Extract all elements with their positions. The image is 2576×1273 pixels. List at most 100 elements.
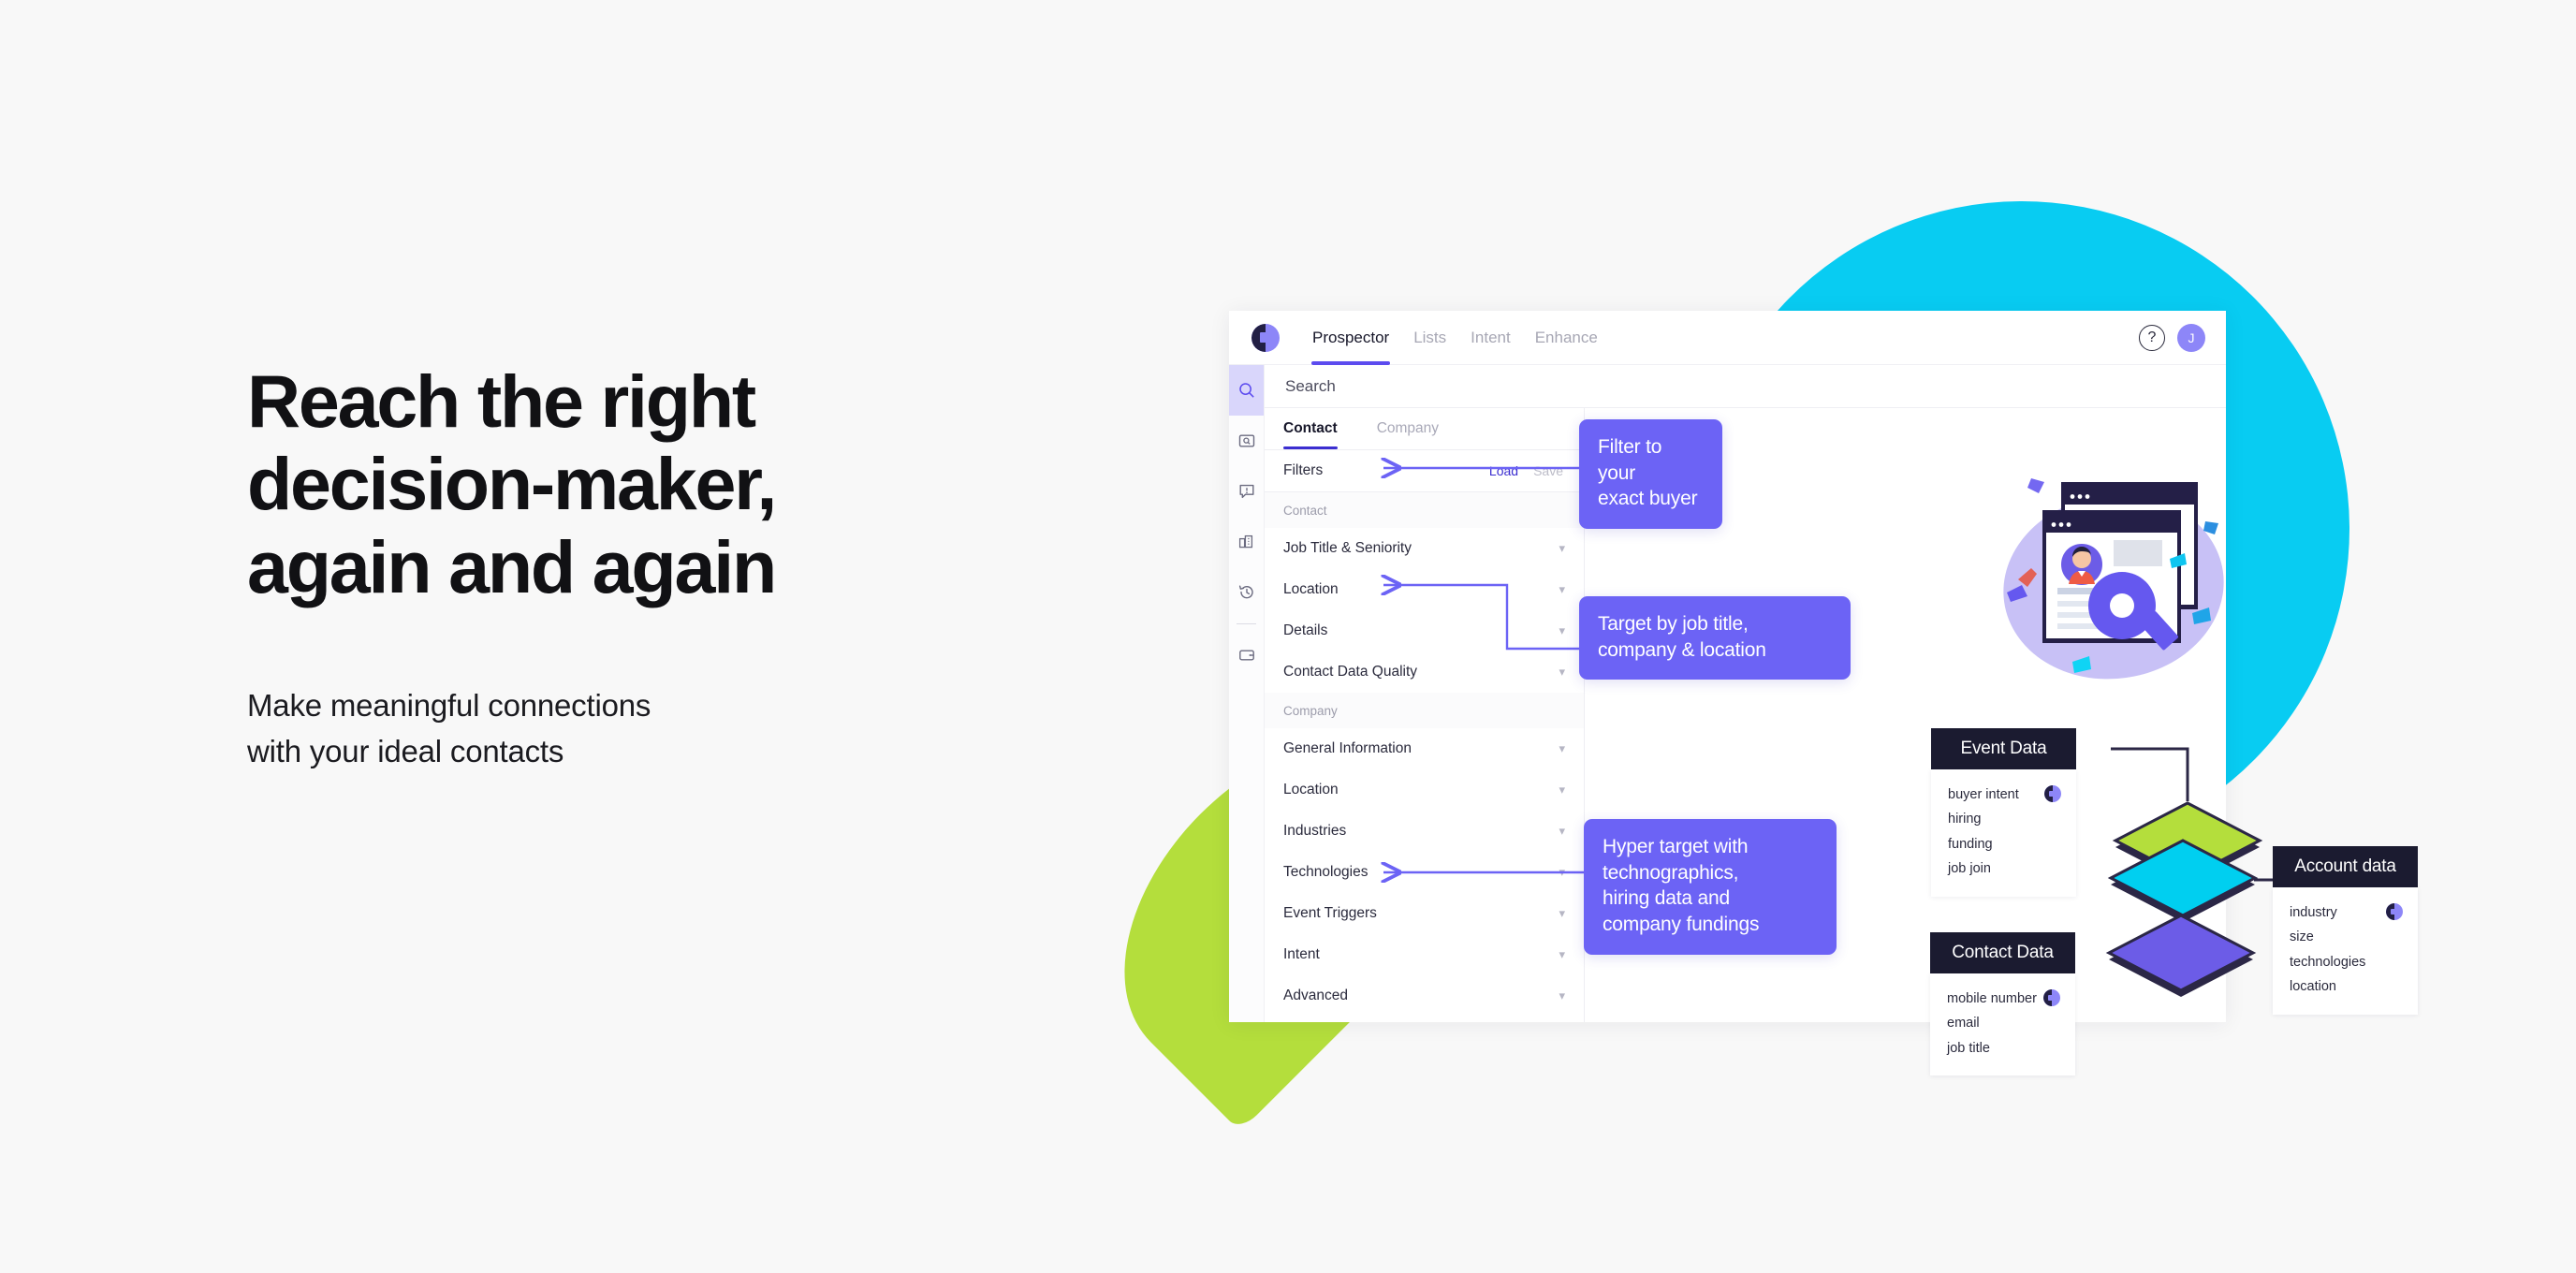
- filter-row-industries[interactable]: Industries ▾: [1265, 811, 1584, 852]
- chevron-down-icon: ▾: [1559, 665, 1565, 679]
- page-root: Reach the right decision-maker, again an…: [0, 0, 2576, 1273]
- chevron-down-icon: ▾: [1559, 865, 1565, 879]
- topbar-actions: ? J: [2139, 323, 2205, 352]
- filters-title: Filters: [1283, 462, 1324, 478]
- filters-header-actions: Load Save: [1489, 463, 1563, 478]
- rail-item-history[interactable]: [1229, 567, 1264, 618]
- hero-subtitle: Make meaningful connections with your id…: [247, 688, 651, 769]
- card-contact-data-title: Contact Data: [1930, 932, 2075, 973]
- callout-filter-to-your-exact-buyer: Filter to your exact buyer: [1579, 419, 1722, 530]
- tab-company[interactable]: Company: [1377, 408, 1439, 449]
- rail-item-companies[interactable]: [1229, 517, 1264, 567]
- app-topbar: Prospector Lists Intent Enhance ? J: [1229, 311, 2226, 365]
- filters-header: Filters Load Save: [1265, 449, 1584, 492]
- help-icon-glyph: ?: [2147, 329, 2157, 345]
- chevron-down-icon: ▾: [1559, 947, 1565, 961]
- alert-comment-icon: [1239, 484, 1253, 499]
- card-item: size: [2290, 929, 2314, 945]
- tab-lists-label: Lists: [1413, 328, 1447, 346]
- chevron-down-icon: ▾: [1559, 541, 1565, 555]
- filter-row-label: Job Title & Seniority: [1283, 540, 1412, 556]
- callout-hyper-target: Hyper target with technographics, hiring…: [1584, 819, 1837, 955]
- card-item: hiring: [1948, 812, 1982, 827]
- illustration-svg: [2003, 478, 2224, 680]
- tab-prospector[interactable]: Prospector: [1300, 311, 1401, 365]
- history-icon: [1238, 585, 1253, 599]
- filter-row-intent[interactable]: Intent ▾: [1265, 934, 1584, 975]
- avatar-initial: J: [2188, 329, 2195, 345]
- chevron-down-icon: ▾: [1559, 906, 1565, 920]
- tab-contact-label: Contact: [1283, 420, 1338, 436]
- card-account-data-body: industry size technologies location: [2273, 887, 2418, 1015]
- entity-tabs: Contact Company: [1265, 408, 1584, 449]
- card-item: funding: [1948, 836, 1993, 852]
- brand-badge-icon: [2044, 785, 2061, 802]
- filter-row-label: Contact Data Quality: [1283, 664, 1418, 680]
- card-item: buyer intent: [1948, 787, 2019, 802]
- tab-enhance-label: Enhance: [1534, 328, 1598, 346]
- filter-row-technologies[interactable]: Technologies ▾: [1265, 852, 1584, 893]
- group-label-company: Company: [1265, 693, 1584, 728]
- card-event-data-title: Event Data: [1931, 728, 2076, 769]
- filter-row-label: Event Triggers: [1283, 905, 1377, 921]
- chevron-down-icon: ▾: [1559, 623, 1565, 637]
- search-placeholder: Search: [1285, 376, 1336, 395]
- card-item: location: [2290, 979, 2336, 995]
- brand-badge-icon: [2043, 989, 2060, 1006]
- filter-row-advanced[interactable]: Advanced ▾: [1265, 975, 1584, 1017]
- filter-row-label: Intent: [1283, 946, 1320, 962]
- card-item: technologies: [2290, 954, 2366, 970]
- filter-row-label: Details: [1283, 622, 1328, 638]
- card-contact-data-body: mobile number email job title: [1930, 973, 2075, 1076]
- filter-row-event-triggers[interactable]: Event Triggers ▾: [1265, 893, 1584, 934]
- load-filters-button[interactable]: Load: [1489, 463, 1518, 478]
- brand-logo-icon: [1251, 323, 1280, 352]
- rail-item-saved-searches[interactable]: [1229, 416, 1264, 466]
- filter-row-contact-location[interactable]: Location ▾: [1265, 569, 1584, 610]
- tab-lists[interactable]: Lists: [1401, 311, 1458, 365]
- chevron-down-icon: ▾: [1559, 741, 1565, 755]
- filter-row-job-title-seniority[interactable]: Job Title & Seniority ▾: [1265, 528, 1584, 569]
- filter-row-label: Technologies: [1283, 864, 1368, 880]
- tab-prospector-label: Prospector: [1312, 328, 1390, 346]
- save-filters-button[interactable]: Save: [1533, 463, 1563, 478]
- hero-copy: Reach the right decision-maker, again an…: [247, 359, 959, 775]
- filter-row-label: Location: [1283, 581, 1339, 597]
- chevron-down-icon: ▾: [1559, 988, 1565, 1002]
- filter-row-label: Industries: [1283, 823, 1347, 839]
- tab-enhance[interactable]: Enhance: [1523, 311, 1610, 365]
- wallet-icon: [1238, 650, 1254, 661]
- search-icon: [1238, 383, 1254, 398]
- search-profile-illustration: [1975, 463, 2247, 688]
- search-input[interactable]: Search: [1265, 365, 2226, 408]
- rail-item-search[interactable]: [1229, 365, 1264, 416]
- card-event-data: Event Data buyer intent hiring funding j…: [1931, 728, 2076, 897]
- filter-row-company-location[interactable]: Location ▾: [1265, 769, 1584, 811]
- filter-row-label: Location: [1283, 782, 1339, 797]
- card-account-data-title: Account data: [2273, 846, 2418, 887]
- card-event-data-body: buyer intent hiring funding job join: [1931, 769, 2076, 897]
- page-title: Reach the right decision-maker, again an…: [247, 359, 777, 608]
- help-icon[interactable]: ?: [2139, 324, 2165, 351]
- callout-target-by-job-title: Target by job title, company & location: [1579, 596, 1851, 680]
- filter-row-details[interactable]: Details ▾: [1265, 610, 1584, 651]
- tab-contact[interactable]: Contact: [1283, 408, 1338, 449]
- main-nav: Prospector Lists Intent Enhance: [1300, 311, 1610, 365]
- rail-item-alerts[interactable]: [1229, 466, 1264, 517]
- rail-item-wallet[interactable]: [1229, 630, 1264, 680]
- chevron-down-icon: ▾: [1559, 824, 1565, 838]
- tab-intent[interactable]: Intent: [1458, 311, 1523, 365]
- filter-row-label: Advanced: [1283, 988, 1348, 1003]
- tab-intent-label: Intent: [1471, 328, 1511, 346]
- chevron-down-icon: ▾: [1559, 783, 1565, 797]
- brand-badge-icon: [2386, 903, 2403, 920]
- filter-row-contact-data-quality[interactable]: Contact Data Quality ▾: [1265, 651, 1584, 693]
- card-item: job title: [1947, 1040, 1990, 1056]
- card-item: mobile number: [1947, 991, 2037, 1006]
- chevron-down-icon: ▾: [1559, 582, 1565, 596]
- filter-row-general-information[interactable]: General Information ▾: [1265, 728, 1584, 769]
- avatar[interactable]: J: [2177, 323, 2205, 352]
- icon-rail: [1229, 365, 1265, 1022]
- group-label-contact: Contact: [1265, 492, 1584, 528]
- filter-row-label: General Information: [1283, 740, 1412, 756]
